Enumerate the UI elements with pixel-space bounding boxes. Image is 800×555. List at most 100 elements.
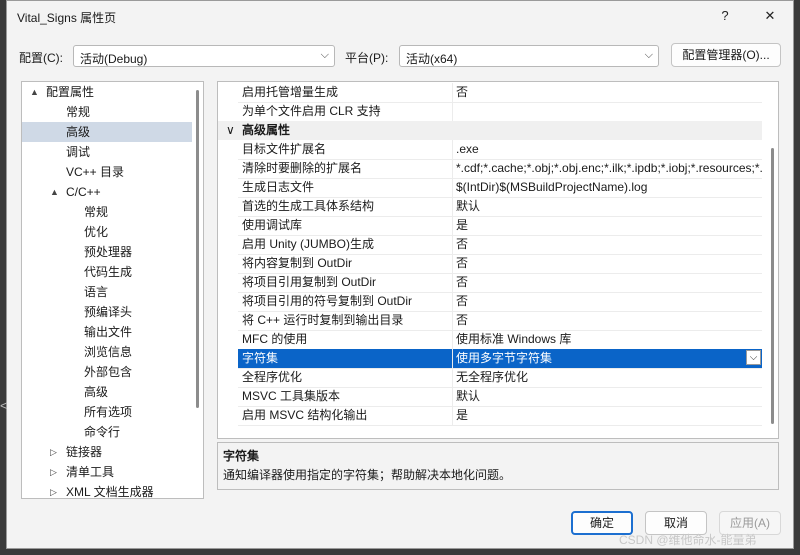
chevron-down-icon: ⌵	[644, 49, 653, 61]
property-value[interactable]: 否	[456, 292, 762, 311]
property-value[interactable]: .exe	[456, 140, 762, 159]
collapsed-arrow-icon[interactable]: ▷	[50, 442, 57, 462]
tree-item[interactable]: 常规	[22, 102, 192, 122]
expanded-arrow-icon[interactable]: ▲	[30, 82, 39, 102]
column-divider	[452, 368, 453, 387]
property-row[interactable]: 将项目引用复制到 OutDir 否	[238, 273, 762, 293]
property-value[interactable]: 无全程序优化	[456, 368, 762, 387]
property-value[interactable]: 默认	[456, 387, 762, 406]
property-row[interactable]: 生成日志文件 $(IntDir)$(MSBuildProjectName).log	[238, 178, 762, 198]
property-row[interactable]: 启用 Unity (JUMBO)生成 否	[238, 235, 762, 255]
help-button[interactable]: ?	[711, 5, 739, 27]
tree-item[interactable]: 预编译头	[22, 302, 192, 322]
description-text: 通知编译器使用指定的字符集；帮助解决本地化问题。	[223, 468, 512, 482]
property-name: 为单个文件启用 CLR 支持	[242, 104, 381, 118]
property-value[interactable]: 使用标准 Windows 库	[456, 330, 762, 349]
config-value: 活动(Debug)	[80, 52, 148, 66]
watermark: CSDN @维他命水-能量弟	[619, 533, 757, 547]
property-value[interactable]: 默认	[456, 197, 762, 216]
property-value[interactable]: 使用多字节字符集	[456, 349, 762, 368]
tree-item[interactable]: 预处理器	[22, 242, 192, 262]
platform-select[interactable]: 活动(x64) ⌵	[399, 45, 659, 67]
collapsed-arrow-icon[interactable]: ▷	[50, 482, 57, 498]
tree-item[interactable]: ▷ 链接器	[22, 442, 192, 462]
tree-scrollbar[interactable]	[192, 84, 203, 496]
tree-item[interactable]: ▲ C/C++	[22, 182, 192, 202]
property-row[interactable]: 启用 MSVC 结构化输出 是	[238, 406, 762, 426]
property-name: 清除时要删除的扩展名	[242, 161, 363, 175]
category-header[interactable]: ∨ 高级属性	[218, 121, 762, 140]
close-button[interactable]: ✕	[756, 5, 784, 27]
property-row[interactable]: 为单个文件启用 CLR 支持	[238, 102, 762, 122]
property-pages-dialog: Vital_Signs 属性页 ? ✕ 配置(C): 活动(Debug) ⌵ 平…	[6, 0, 794, 549]
property-value[interactable]: 否	[456, 254, 762, 273]
tree-item[interactable]: ▲ 配置属性	[22, 82, 192, 102]
column-divider	[452, 273, 453, 292]
tree-item[interactable]: ▷ XML 文档生成器	[22, 482, 192, 498]
config-select[interactable]: 活动(Debug) ⌵	[73, 45, 335, 67]
property-value[interactable]: 否	[456, 83, 762, 102]
property-grid: 启用托管增量生成否为单个文件启用 CLR 支持 ∨ 高级属性 目标文件扩展名 .exe 清…	[217, 81, 779, 439]
tree-item-label: 清单工具	[66, 465, 115, 479]
property-value[interactable]: 是	[456, 216, 762, 235]
tree-item-label: 命令行	[84, 425, 121, 439]
property-value[interactable]: 否	[456, 273, 762, 292]
tree-item[interactable]: ▷ 清单工具	[22, 462, 192, 482]
tree-item[interactable]: 输出文件	[22, 322, 192, 342]
tree-item[interactable]: VC++ 目录	[22, 162, 192, 182]
grid-scrollbar[interactable]	[767, 84, 778, 436]
column-divider	[452, 292, 453, 311]
property-row[interactable]: 将内容复制到 OutDir 否	[238, 254, 762, 274]
property-row[interactable]: 清除时要删除的扩展名 *.cdf;*.cache;*.obj;*.obj.enc;…	[238, 159, 762, 179]
tree-item[interactable]: 所有选项	[22, 402, 192, 422]
tree-item-label: 高级	[84, 385, 109, 399]
property-row[interactable]: 将项目引用的符号复制到 OutDir 否	[238, 292, 762, 312]
tree-scrollbar-thumb[interactable]	[196, 90, 199, 408]
column-divider	[452, 140, 453, 159]
property-row[interactable]: 将 C++ 运行时复制到输出目录 否	[238, 311, 762, 331]
property-row[interactable]: 全程序优化 无全程序优化	[238, 368, 762, 388]
property-value[interactable]: $(IntDir)$(MSBuildProjectName).log	[456, 178, 762, 197]
tree-item[interactable]: 调试	[22, 142, 192, 162]
column-divider	[452, 83, 453, 102]
property-row[interactable]: 目标文件扩展名 .exe	[238, 140, 762, 160]
column-divider	[452, 349, 453, 368]
property-row[interactable]: MFC 的使用 使用标准 Windows 库	[238, 330, 762, 350]
grid-scrollbar-thumb[interactable]	[771, 148, 774, 424]
property-value[interactable]: 否	[456, 311, 762, 330]
collapsed-arrow-icon[interactable]: ▷	[50, 462, 57, 482]
tree-item-label: C/C++	[66, 185, 101, 199]
tree-item[interactable]: 外部包含	[22, 362, 192, 382]
tree-item-label: 所有选项	[84, 405, 133, 419]
property-name: MSVC 工具集版本	[242, 389, 341, 403]
property-name: 生成日志文件	[242, 180, 315, 194]
tree-item[interactable]: 代码生成	[22, 262, 192, 282]
property-row[interactable]: MSVC 工具集版本 默认	[238, 387, 762, 407]
property-value[interactable]: 是	[456, 406, 762, 425]
column-divider	[452, 406, 453, 425]
property-row[interactable]: 字符集 使用多字节字符集 ⌵	[238, 349, 762, 369]
tree-item-label: 预处理器	[84, 245, 133, 259]
property-value[interactable]: *.cdf;*.cache;*.obj;*.obj.enc;*.ilk;*.ip…	[456, 159, 762, 178]
property-name: 目标文件扩展名	[242, 142, 327, 156]
property-name: 将项目引用复制到 OutDir	[242, 275, 377, 289]
tree-item[interactable]: 语言	[22, 282, 192, 302]
column-divider	[452, 102, 453, 121]
tree-item[interactable]: 高级	[22, 122, 192, 142]
property-value[interactable]: 否	[456, 235, 762, 254]
tree-item[interactable]: 优化	[22, 222, 192, 242]
config-manager-button[interactable]: 配置管理器(O)...	[671, 43, 781, 67]
chevron-down-icon[interactable]: ∨	[226, 121, 235, 140]
chevron-down-icon: ⌵	[320, 49, 329, 61]
platform-label: 平台(P):	[345, 51, 389, 65]
dropdown-button[interactable]: ⌵	[746, 350, 761, 365]
property-row[interactable]: 使用调试库 是	[238, 216, 762, 236]
tree-item[interactable]: 命令行	[22, 422, 192, 442]
tree-item[interactable]: 高级	[22, 382, 192, 402]
property-row[interactable]: 首选的生成工具体系结构 默认	[238, 197, 762, 217]
expanded-arrow-icon[interactable]: ▲	[50, 182, 59, 202]
tree-item-label: 调试	[66, 145, 91, 159]
tree-item[interactable]: 常规	[22, 202, 192, 222]
property-row[interactable]: 启用托管增量生成 否	[238, 83, 762, 103]
tree-item[interactable]: 浏览信息	[22, 342, 192, 362]
